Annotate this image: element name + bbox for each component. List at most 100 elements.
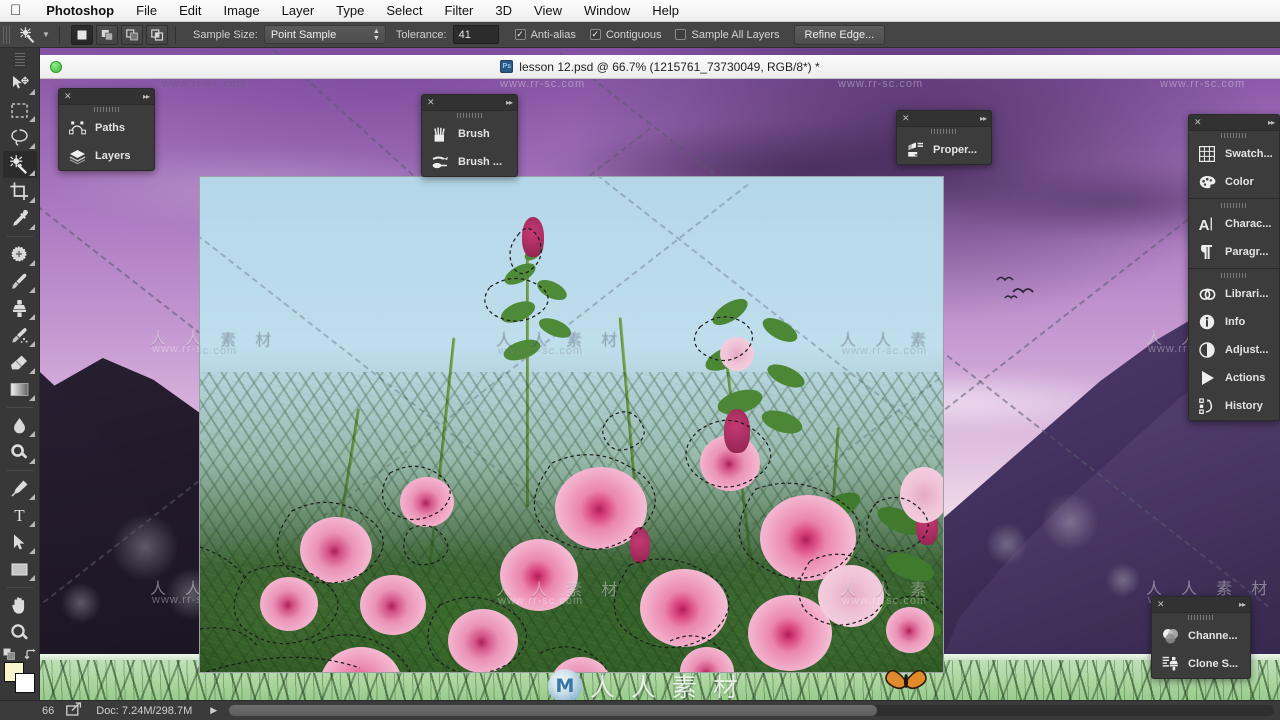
toolbar-grip[interactable]: [14, 52, 25, 66]
panel-item-channels[interactable]: Channe...: [1152, 622, 1250, 650]
expand-panel-icon[interactable]: ▸▸: [1268, 118, 1275, 127]
panel-grip[interactable]: [1152, 613, 1250, 622]
panel-item-layers[interactable]: Layers: [59, 142, 154, 170]
panel-item-history[interactable]: History: [1189, 392, 1279, 420]
magic-wand-tool[interactable]: [2, 151, 37, 178]
panel-item-swatches[interactable]: Swatch...: [1189, 140, 1279, 168]
panel-item-paragraph[interactable]: Paragr...: [1189, 238, 1279, 266]
sample-size-select[interactable]: Point Sample ▲ ▼: [263, 25, 386, 44]
panel-item-properties[interactable]: Proper...: [897, 136, 991, 164]
expand-panel-icon[interactable]: ▸▸: [143, 92, 150, 101]
panel-grip[interactable]: [422, 111, 517, 120]
menu-item-photoshop[interactable]: Photoshop: [35, 3, 125, 18]
menu-item-layer[interactable]: Layer: [271, 3, 326, 18]
zoom-percent-value[interactable]: 66: [42, 705, 54, 717]
brush-tool[interactable]: [3, 268, 37, 295]
panel-item-character[interactable]: A Charac...: [1189, 210, 1279, 238]
history-brush-tool[interactable]: [3, 322, 37, 349]
panel-item-clone-source[interactable]: Clone S...: [1152, 650, 1250, 678]
hand-tool[interactable]: [3, 592, 37, 619]
panel-item-actions[interactable]: Actions: [1189, 364, 1279, 392]
move-tool[interactable]: [3, 70, 37, 97]
close-icon[interactable]: ✕: [427, 98, 435, 107]
panel-item-adjustments[interactable]: Adjust...: [1189, 336, 1279, 364]
pen-tool[interactable]: [3, 475, 37, 502]
tolerance-input[interactable]: 41: [452, 25, 499, 44]
add-to-selection-button[interactable]: [96, 24, 118, 45]
panel-item-libraries[interactable]: Librari...: [1189, 280, 1279, 308]
refine-edge-button[interactable]: Refine Edge...: [793, 24, 886, 45]
menu-item-help[interactable]: Help: [641, 3, 690, 18]
panel-item-brush[interactable]: Brush: [422, 120, 517, 148]
crop-tool[interactable]: [3, 178, 37, 205]
sample-all-layers-checkbox[interactable]: Sample All Layers: [675, 29, 780, 41]
swap-colors-icon[interactable]: [24, 648, 37, 663]
close-icon[interactable]: ✕: [902, 114, 910, 123]
channels-clone-panel[interactable]: ✕ ▸▸ Channe... Clone S...: [1151, 596, 1251, 679]
panel-header[interactable]: ✕ ▸▸: [422, 95, 517, 111]
panel-grip[interactable]: [1189, 201, 1279, 210]
right-arrow-icon[interactable]: ▶: [210, 705, 217, 716]
close-icon[interactable]: ✕: [1157, 600, 1165, 609]
properties-panel[interactable]: ✕ ▸▸ Proper...: [896, 110, 992, 165]
panel-item-color[interactable]: Color: [1189, 168, 1279, 196]
options-bar-grip[interactable]: [3, 25, 12, 44]
default-colors-icon[interactable]: [2, 648, 16, 663]
eyedropper-tool[interactable]: [3, 205, 37, 232]
panel-grip[interactable]: [897, 127, 991, 136]
subtract-from-selection-button[interactable]: [121, 24, 143, 45]
menu-item-view[interactable]: View: [523, 3, 573, 18]
menu-item-window[interactable]: Window: [573, 3, 641, 18]
panel-item-paths[interactable]: Paths: [59, 114, 154, 142]
panel-header[interactable]: ✕ ▸▸: [897, 111, 991, 127]
close-icon[interactable]: ✕: [64, 92, 72, 101]
share-icon[interactable]: [66, 702, 82, 719]
zoom-tool[interactable]: [3, 619, 37, 646]
brush-panel[interactable]: ✕ ▸▸ Brush Brush ...: [421, 94, 518, 177]
dodge-tool[interactable]: [3, 439, 37, 466]
expand-panel-icon[interactable]: ▸▸: [506, 98, 513, 107]
menu-item-image[interactable]: Image: [213, 3, 271, 18]
paths-layers-panel[interactable]: ✕ ▸▸ Paths Layers: [58, 88, 155, 171]
menu-item-file[interactable]: File: [125, 3, 168, 18]
panel-grip[interactable]: [1189, 131, 1279, 140]
image-canvas[interactable]: 人 人 素 材 www.rr-sc.com 人 人 素 材 www.rr-sc.…: [199, 176, 944, 673]
background-color-swatch[interactable]: [14, 673, 35, 693]
magic-wand-icon[interactable]: [16, 24, 40, 46]
expand-panel-icon[interactable]: ▸▸: [1239, 600, 1246, 609]
contiguous-checkbox[interactable]: ✓ Contiguous: [589, 29, 661, 41]
path-selection-tool[interactable]: [3, 529, 37, 556]
gradient-tool[interactable]: [3, 376, 37, 403]
menu-item-select[interactable]: Select: [375, 3, 433, 18]
panel-header[interactable]: ✕ ▸▸: [59, 89, 154, 105]
rectangular-marquee-tool[interactable]: [3, 97, 37, 124]
horizontal-type-tool[interactable]: T: [3, 502, 37, 529]
tool-preset-caret-icon[interactable]: ▼: [40, 30, 52, 39]
menu-item-edit[interactable]: Edit: [168, 3, 212, 18]
panel-header[interactable]: ✕ ▸▸: [1189, 115, 1279, 131]
right-dock-panel[interactable]: ✕ ▸▸ Swatch... Color A Charac... Paragr.…: [1188, 114, 1280, 421]
document-title-bar[interactable]: Ps lesson 12.psd @ 66.7% (1215761_737300…: [40, 55, 1280, 79]
close-icon[interactable]: ✕: [1194, 118, 1202, 127]
apple-logo-icon[interactable]: : [10, 3, 21, 18]
blur-tool[interactable]: [3, 412, 37, 439]
panel-grip[interactable]: [59, 105, 154, 114]
anti-alias-checkbox[interactable]: ✓ Anti-alias: [514, 29, 576, 41]
panel-item-info[interactable]: Info: [1189, 308, 1279, 336]
new-selection-button[interactable]: [71, 24, 93, 45]
eraser-tool[interactable]: [3, 349, 37, 376]
panel-header[interactable]: ✕ ▸▸: [1152, 597, 1250, 613]
menu-item-type[interactable]: Type: [325, 3, 375, 18]
horizontal-scrollbar[interactable]: [229, 705, 1274, 716]
panel-item-brush-presets[interactable]: Brush ...: [422, 148, 517, 176]
zoom-window-button[interactable]: [50, 61, 62, 73]
intersect-with-selection-button[interactable]: [146, 24, 168, 45]
expand-panel-icon[interactable]: ▸▸: [980, 114, 987, 123]
lasso-tool[interactable]: [3, 124, 37, 151]
clone-stamp-tool[interactable]: [3, 295, 37, 322]
panel-grip[interactable]: [1189, 271, 1279, 280]
menu-item-filter[interactable]: Filter: [434, 3, 485, 18]
rectangle-tool[interactable]: [3, 556, 37, 583]
menu-item-3d[interactable]: 3D: [484, 3, 523, 18]
spot-healing-brush-tool[interactable]: [3, 241, 37, 268]
